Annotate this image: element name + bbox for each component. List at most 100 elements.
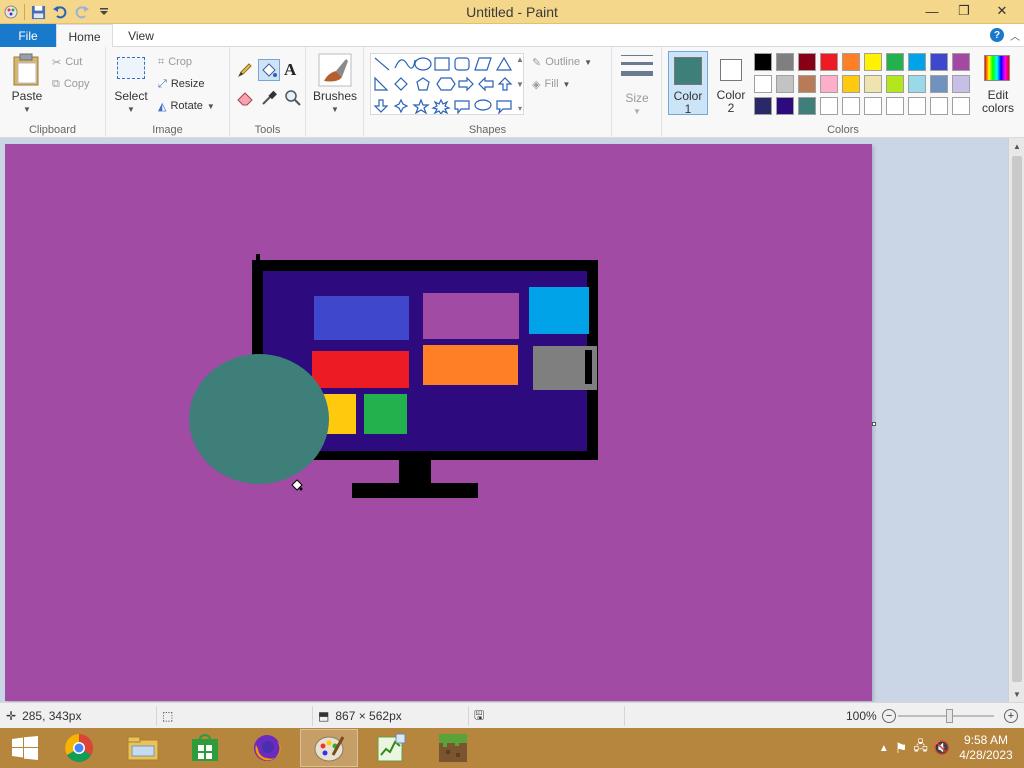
vertical-scrollbar[interactable]: ▲ ▼: [1008, 138, 1024, 702]
canvas-resize-handle[interactable]: [872, 422, 876, 426]
taskbar-file-explorer[interactable]: [114, 729, 172, 767]
palette-swatch[interactable]: [886, 75, 904, 93]
palette-swatch[interactable]: [886, 97, 904, 115]
palette-swatch[interactable]: [798, 75, 816, 93]
palette-swatch[interactable]: [820, 53, 838, 71]
network-icon[interactable]: 🖧: [913, 737, 928, 759]
gallery-more-icon[interactable]: ▾: [518, 104, 522, 113]
palette-swatch[interactable]: [754, 75, 772, 93]
zoom-slider-thumb[interactable]: [946, 709, 953, 723]
resize-button[interactable]: ⤢ Resize: [158, 75, 204, 93]
select-button[interactable]: Select ▼: [114, 53, 148, 117]
minimize-button[interactable]: —: [916, 0, 948, 22]
scroll-down-icon[interactable]: ▼: [516, 80, 524, 89]
color-palette: [754, 53, 974, 117]
color1-button[interactable]: Color 1: [668, 51, 708, 116]
drawing-canvas[interactable]: [5, 144, 872, 701]
volume-muted-icon[interactable]: 🔇: [934, 740, 950, 756]
palette-swatch[interactable]: [820, 97, 838, 115]
palette-swatch[interactable]: [842, 97, 860, 115]
zoom-in-button[interactable]: +: [1004, 703, 1018, 729]
taskbar-task-manager[interactable]: [362, 729, 420, 767]
palette-swatch[interactable]: [908, 53, 926, 71]
canvas-size: ⬒ 867 × 562px: [318, 703, 402, 729]
edit-colors-button[interactable]: Edit colors: [976, 51, 1020, 117]
palette-swatch[interactable]: [842, 75, 860, 93]
palette-swatch[interactable]: [798, 53, 816, 71]
palette-swatch[interactable]: [776, 97, 794, 115]
help-icon[interactable]: ?: [990, 28, 1004, 42]
palette-swatch[interactable]: [864, 97, 882, 115]
palette-swatch[interactable]: [776, 75, 794, 93]
palette-swatch[interactable]: [754, 53, 772, 71]
close-button[interactable]: ✕: [980, 0, 1024, 22]
palette-swatch[interactable]: [908, 97, 926, 115]
taskbar-firefox[interactable]: [238, 729, 296, 767]
fill-button[interactable]: ◈ Fill ▼: [532, 75, 570, 93]
palette-swatch[interactable]: [864, 53, 882, 71]
color2-button[interactable]: Color 2: [712, 51, 752, 115]
palette-swatch[interactable]: [908, 75, 926, 93]
crop-button[interactable]: ⌗ Crop: [158, 53, 192, 71]
size-dropdown-icon[interactable]: ▼: [633, 107, 641, 116]
tab-home[interactable]: Home: [56, 24, 113, 48]
eraser-icon[interactable]: [236, 89, 256, 109]
shapes-group: ▲ ▼ ▾ ✎ Outline ▼ ◈ Fill ▼ Shapes: [364, 47, 612, 138]
shapes-gallery-icons[interactable]: [371, 54, 523, 116]
taskbar-paint[interactable]: [300, 729, 358, 767]
tab-view[interactable]: View: [118, 24, 164, 48]
fill-dropdown-icon[interactable]: ▼: [563, 80, 571, 89]
palette-swatch[interactable]: [842, 53, 860, 71]
palette-swatch[interactable]: [776, 53, 794, 71]
palette-swatch[interactable]: [754, 97, 772, 115]
cut-button[interactable]: ✂ Cut: [52, 53, 82, 71]
palette-swatch[interactable]: [952, 97, 970, 115]
zoom-in-icon: +: [1004, 709, 1018, 723]
scroll-down-arrow-icon[interactable]: ▼: [1009, 686, 1024, 702]
drawing[interactable]: [5, 144, 872, 701]
palette-swatch[interactable]: [886, 53, 904, 71]
clock[interactable]: 9:58 AM 4/28/2023: [956, 733, 1016, 763]
palette-swatch[interactable]: [864, 75, 882, 93]
taskbar-store[interactable]: [176, 729, 234, 767]
file-explorer-icon: [127, 736, 159, 761]
palette-swatch[interactable]: [930, 75, 948, 93]
show-hidden-icons-icon[interactable]: ▲: [879, 743, 889, 754]
zoom-level: 100%: [846, 703, 877, 729]
palette-swatch[interactable]: [930, 53, 948, 71]
taskbar-minecraft[interactable]: [424, 729, 482, 767]
paste-dropdown-icon[interactable]: ▼: [23, 105, 31, 114]
palette-swatch[interactable]: [952, 53, 970, 71]
paste-button[interactable]: Paste ▼: [8, 53, 46, 125]
restore-button[interactable]: ❐: [948, 0, 980, 22]
taskbar-chrome[interactable]: [50, 729, 108, 767]
size-button[interactable]: Size ▼: [618, 53, 656, 123]
copy-button[interactable]: ⧉ Copy: [52, 75, 90, 93]
palette-swatch[interactable]: [820, 75, 838, 93]
status-bar: ✛ 285, 343px ⬚ ⬒ 867 × 562px 🖫 100% − +: [0, 702, 1024, 728]
brushes-dropdown-icon[interactable]: ▼: [331, 105, 339, 114]
scroll-thumb[interactable]: [1012, 156, 1022, 682]
text-tool-icon[interactable]: A: [284, 60, 296, 80]
pencil-icon[interactable]: [236, 61, 256, 81]
rotate-dropdown-icon[interactable]: ▼: [207, 102, 215, 111]
shapes-gallery-scroll[interactable]: ▲ ▼ ▾: [514, 53, 526, 115]
outline-dropdown-icon[interactable]: ▼: [584, 58, 592, 67]
fill-bucket-icon[interactable]: [258, 59, 280, 81]
color-picker-icon[interactable]: [260, 89, 280, 109]
palette-swatch[interactable]: [930, 97, 948, 115]
scroll-up-arrow-icon[interactable]: ▲: [1009, 138, 1024, 154]
rotate-button[interactable]: ◭ Rotate ▼: [158, 97, 215, 115]
palette-swatch[interactable]: [798, 97, 816, 115]
start-button[interactable]: [0, 728, 50, 768]
collapse-ribbon-icon[interactable]: ︿: [1010, 28, 1020, 43]
outline-button[interactable]: ✎ Outline ▼: [532, 53, 592, 71]
brushes-button[interactable]: Brushes ▼: [310, 51, 360, 121]
action-center-flag-icon[interactable]: ⚑: [895, 740, 908, 757]
zoom-out-button[interactable]: −: [882, 703, 896, 729]
scroll-up-icon[interactable]: ▲: [516, 55, 524, 64]
select-dropdown-icon[interactable]: ▼: [127, 105, 135, 114]
tab-file[interactable]: File: [0, 24, 56, 47]
palette-swatch[interactable]: [952, 75, 970, 93]
magnifier-icon[interactable]: [284, 89, 304, 109]
